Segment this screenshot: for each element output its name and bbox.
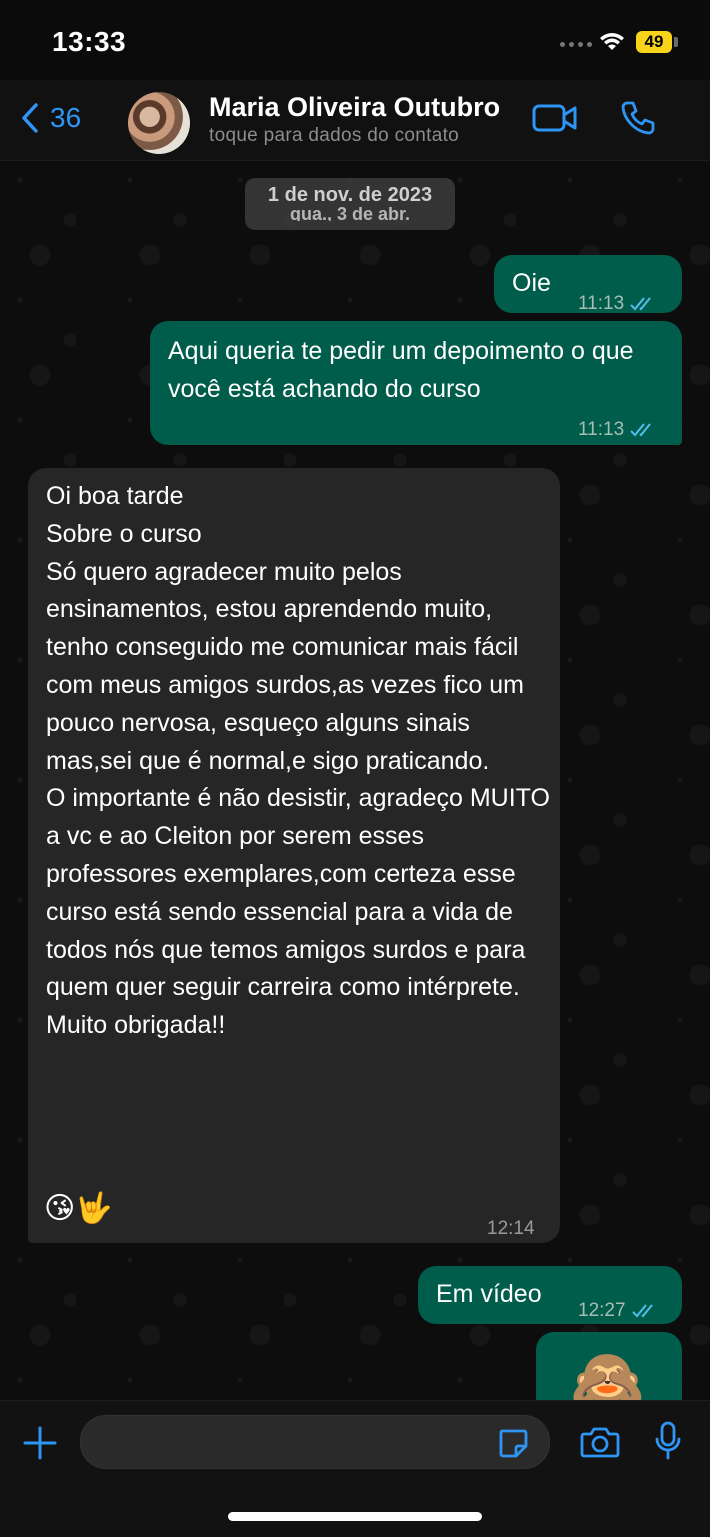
date-divider: 1 de nov. de 2023 qua., 3 de abr.	[245, 178, 455, 230]
message-incoming[interactable]: Oi boa tarde Sobre o curso Só quero agra…	[28, 468, 560, 1243]
message-meta: 11:13	[578, 285, 656, 323]
message-outgoing[interactable]: Oie 11:13	[494, 255, 682, 314]
chevron-left-icon	[22, 103, 38, 133]
message-outgoing[interactable]: Aqui queria te pedir um depoimento o que…	[150, 321, 682, 445]
microphone-icon	[655, 1421, 681, 1460]
message-meta: 11:13	[578, 411, 656, 449]
message-time: 11:13	[578, 293, 625, 314]
unread-count: 36	[50, 102, 82, 133]
sticker-button[interactable]	[497, 1427, 529, 1464]
status-bar: 13:33 49	[0, 0, 710, 80]
battery-tip	[674, 37, 678, 47]
message-meta: 12:27	[578, 1292, 658, 1330]
back-button[interactable]: 36	[20, 102, 81, 134]
video-call-button[interactable]	[532, 102, 578, 139]
voice-call-button[interactable]	[620, 100, 656, 141]
contact-name[interactable]: Maria Oliveira Outubro	[209, 92, 500, 123]
message-emoji: 😘🤟	[44, 1192, 113, 1225]
status-time: 13:33	[52, 26, 127, 57]
contact-subtitle[interactable]: toque para dados do contato	[209, 125, 459, 147]
avatar[interactable]	[128, 92, 190, 154]
camera-icon	[580, 1427, 620, 1458]
phone-icon	[621, 101, 655, 135]
video-camera-icon	[532, 104, 577, 132]
message-outgoing[interactable]: Em vídeo 12:27	[418, 1266, 682, 1324]
double-check-icon	[630, 297, 651, 311]
double-check-icon	[630, 423, 651, 437]
date-primary: 1 de nov. de 2023	[267, 184, 433, 206]
message-text: Oie	[512, 269, 551, 297]
double-check-icon	[631, 1304, 653, 1318]
microphone-button[interactable]	[654, 1421, 682, 1466]
home-indicator	[228, 1512, 482, 1521]
message-time: 11:13	[578, 419, 625, 440]
message-time: 12:14	[487, 1218, 535, 1239]
message-input[interactable]	[80, 1415, 550, 1469]
sticker-icon	[499, 1429, 528, 1458]
plus-icon	[23, 1426, 57, 1460]
attach-button[interactable]	[22, 1425, 58, 1466]
battery-indicator: 49	[636, 31, 672, 53]
date-secondary: qua., 3 de abr.	[289, 207, 411, 221]
camera-button[interactable]	[580, 1425, 620, 1464]
message-text: Em vídeo	[436, 1280, 542, 1308]
chat-header: 36 Maria Oliveira Outubro toque para dad…	[0, 80, 710, 161]
message-time: 12:27	[578, 1300, 626, 1321]
message-text: Oi boa tarde Sobre o curso Só quero agra…	[46, 482, 550, 1040]
wifi-icon	[598, 30, 626, 57]
message-meta: 12:14	[487, 1210, 535, 1248]
cellular-signal-icon	[560, 42, 592, 47]
message-text: Aqui queria te pedir um depoimento o que…	[168, 337, 634, 403]
